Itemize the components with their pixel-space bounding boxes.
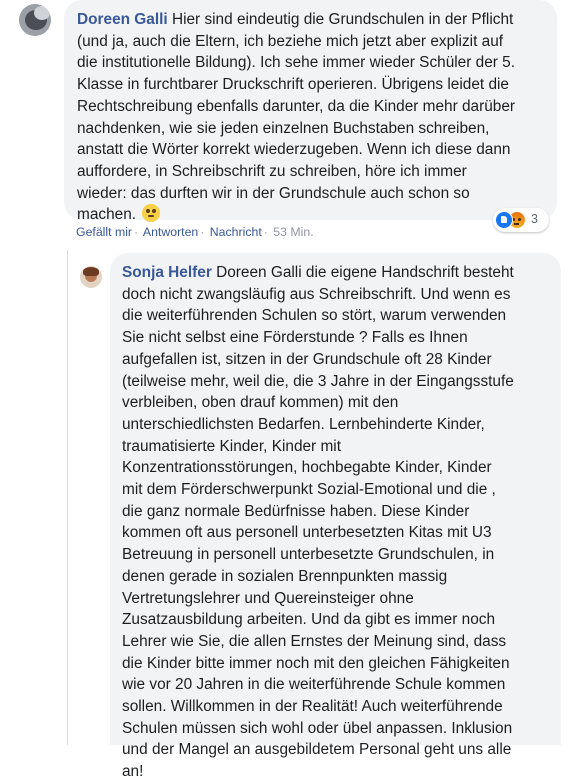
separator: ·: [200, 225, 205, 239]
comment-bubble-doreen-galli: Doreen Galli Hier sind eindeutig die Gru…: [64, 0, 557, 224]
comment-timestamp[interactable]: 53 Min.: [273, 225, 313, 239]
comment-author[interactable]: Sonja Helfer: [122, 264, 212, 281]
comment-author[interactable]: Doreen Galli: [77, 11, 168, 28]
avatar-sonja-helfer[interactable]: [80, 266, 102, 288]
avatar-image-hair: [83, 267, 99, 276]
face-with-rolling-eyes-emoji-icon: [142, 204, 161, 223]
separator: ·: [134, 225, 139, 239]
reaction-count: 3: [531, 212, 538, 226]
avatar-doreen-galli[interactable]: [19, 4, 51, 36]
message-link[interactable]: Nachricht: [210, 225, 262, 239]
like-link[interactable]: Gefällt mir: [76, 225, 132, 239]
separator: ·: [263, 225, 268, 239]
reply-thread-line: [67, 250, 68, 745]
comment-text: Hier sind eindeutig die Grundschulen in …: [77, 11, 516, 224]
avatar-image-highlight: [34, 6, 50, 20]
reply-link[interactable]: Antworten: [143, 225, 198, 239]
comment-text: Doreen Galli die eigene Handschrift best…: [122, 264, 514, 781]
comment-actions: Gefällt mir · Antworten · Nachricht · 53 Mi…: [76, 225, 314, 239]
reactions-summary[interactable]: 3: [493, 208, 549, 232]
comment-bubble-sonja-helfer: Sonja Helfer Doreen Galli die eigene Han…: [110, 253, 561, 780]
like-reaction-icon: [495, 211, 513, 229]
